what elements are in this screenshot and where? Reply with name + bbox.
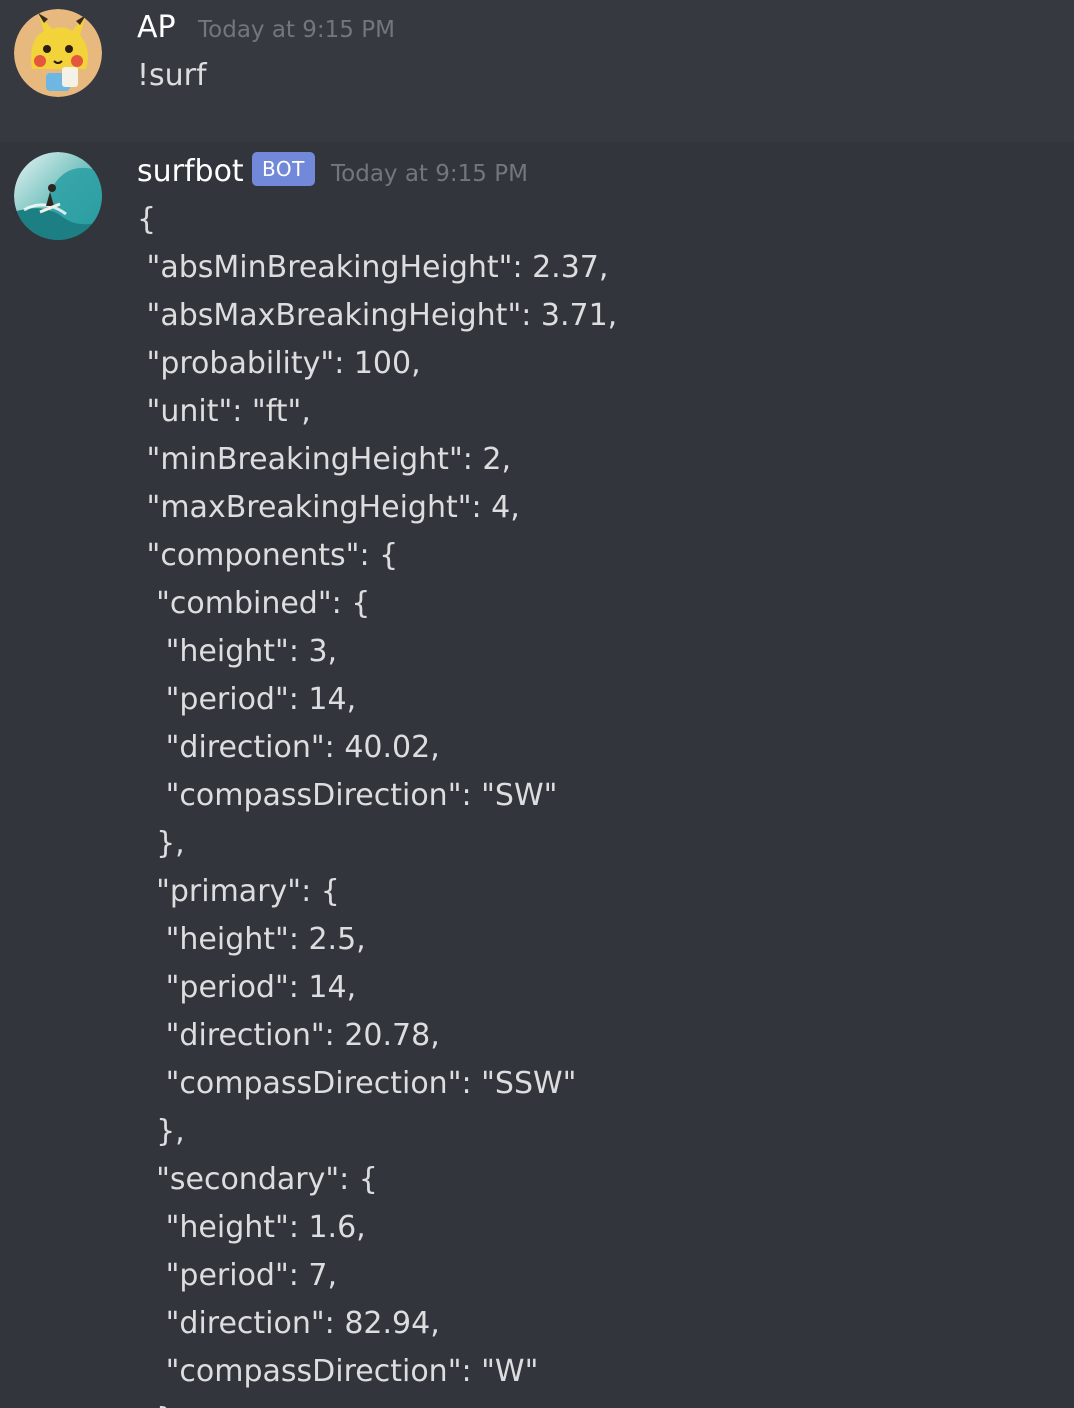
- pikachu-avatar-icon[interactable]: [14, 9, 102, 97]
- message-ap: AP Today at 9:15 PM !surf: [0, 0, 1074, 142]
- message-content: !surf: [137, 58, 207, 93]
- author-name[interactable]: AP: [137, 13, 176, 43]
- message-timestamp: Today at 9:15 PM: [198, 17, 395, 43]
- surfer-avatar-icon[interactable]: [14, 152, 102, 240]
- bot-badge: BOT: [252, 152, 315, 186]
- message-content-json: { "absMinBreakingHeight": 2.37, "absMaxB…: [137, 202, 618, 1408]
- message-timestamp: Today at 9:15 PM: [331, 161, 528, 187]
- chat-messages: AP Today at 9:15 PM !surf surfbot BOT To…: [0, 0, 1074, 1408]
- author-name[interactable]: surfbot: [137, 157, 244, 187]
